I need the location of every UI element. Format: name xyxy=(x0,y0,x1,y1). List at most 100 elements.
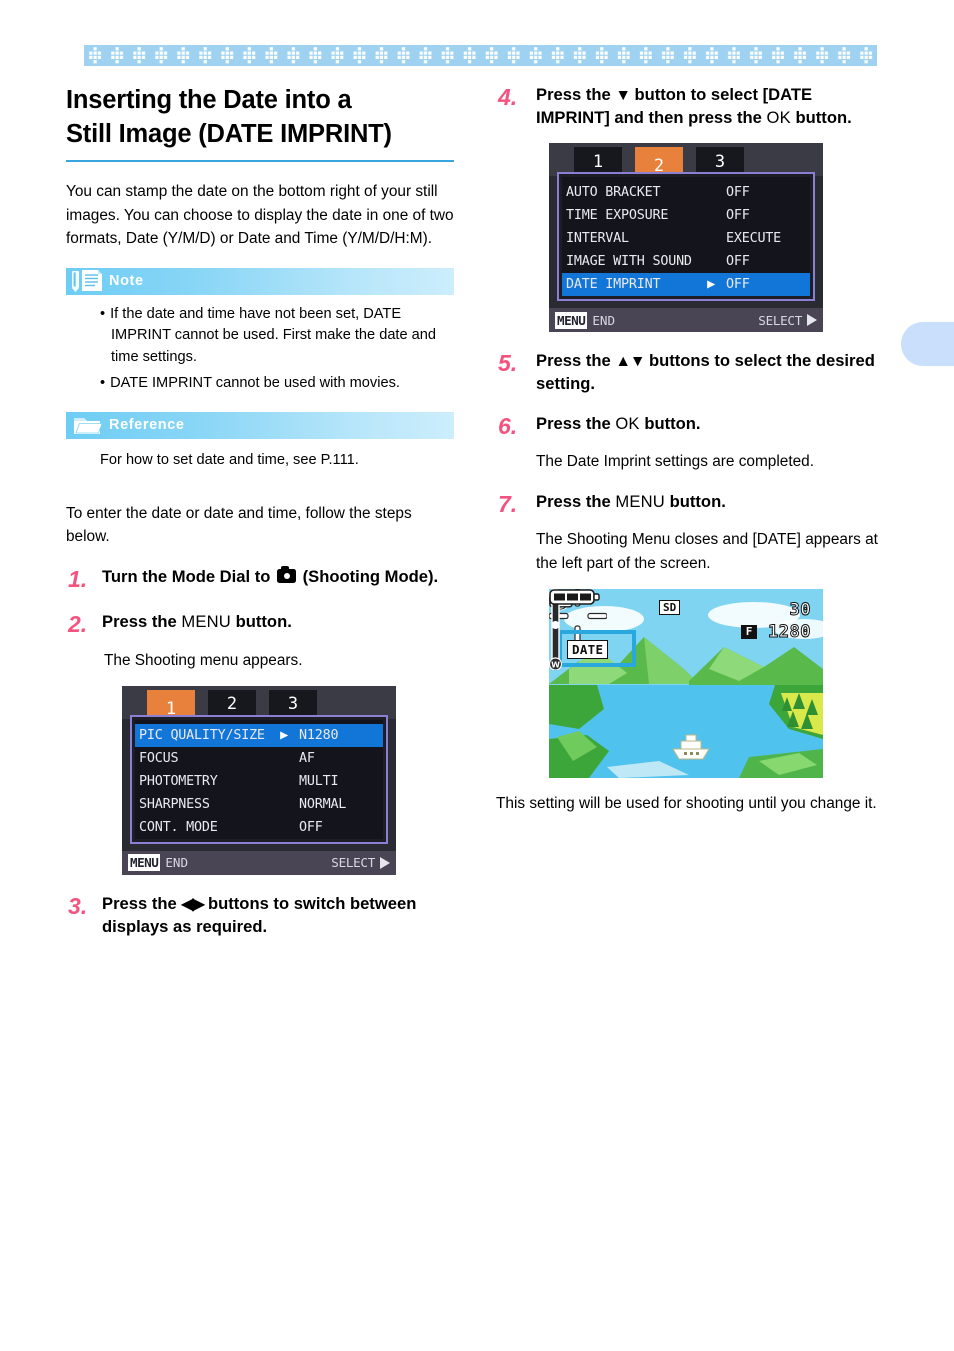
menu-row-name: SHARPNESS xyxy=(139,796,210,812)
reference-text: For how to set date and time, see P.111. xyxy=(100,451,359,468)
page-title-line2: Still Image (DATE IMPRINT) xyxy=(66,119,392,148)
note-pencil-icon xyxy=(69,268,107,295)
note-list-item: If the date and time have not been set, … xyxy=(100,304,454,369)
note-list: If the date and time have not been set, … xyxy=(66,304,454,395)
step-5-number: 5. xyxy=(498,350,518,377)
menu-footer-bar: MENU END SELECT xyxy=(549,308,823,333)
step-4-text-before: Press the xyxy=(536,85,616,104)
step-1-text-before: Turn the Mode Dial to xyxy=(102,567,275,587)
menu-button-badge: MENU xyxy=(555,311,588,329)
note-callout-header: Note xyxy=(66,267,454,295)
step-7-subtext: The Shooting Menu closes and [DATE] appe… xyxy=(536,531,878,572)
menu-row[interactable]: CONT. MODE OFF xyxy=(135,816,383,839)
menu-row-name: FOCUS xyxy=(139,750,179,766)
menu-button-token: MENU xyxy=(615,492,665,512)
step-7-text: Press the MENU button. xyxy=(536,491,886,518)
menu-row[interactable]: FOCUS AF xyxy=(135,747,383,770)
step-5: 5. Press the ▲▼ buttons to select the de… xyxy=(496,350,886,395)
date-imprint-badge: DATE xyxy=(567,639,609,659)
menu-rows: PIC QUALITY/SIZE ▶ N1280 FOCUS AF PHOTOM… xyxy=(135,719,383,839)
step-6-text-before: Press the xyxy=(536,414,616,434)
step-5-text-before: Press the xyxy=(536,351,616,371)
menu-row-value: EXECUTE xyxy=(726,231,782,247)
menu-row-value: AF xyxy=(299,750,315,766)
menu-row-name: TIME EXPOSURE xyxy=(566,208,669,224)
down-arrow-icon: ▼ xyxy=(615,87,631,104)
select-arrow-icon xyxy=(807,314,817,327)
step-2-text: Press the MENU button. xyxy=(102,611,454,638)
menu-row-arrow-icon: ▶ xyxy=(707,277,715,293)
step-4: 4. Press the ▼ button to select [DATE IM… xyxy=(496,84,886,129)
ok-button-token: OK xyxy=(766,107,791,127)
step-3: 3. Press the ◀▶ buttons to switch betwee… xyxy=(66,893,454,938)
step-4-text: Press the ▼ button to select [DATE IMPRI… xyxy=(536,84,886,129)
menu-row-value: OFF xyxy=(726,254,750,270)
menu-row[interactable]: TIME EXPOSURE OFF xyxy=(562,204,810,227)
reference-callout-header: Reference xyxy=(66,411,454,439)
right-column: 4. Press the ▼ button to select [DATE IM… xyxy=(496,84,886,815)
closing-paragraph: This setting will be used for shooting u… xyxy=(496,794,877,812)
menu-row[interactable]: AUTO BRACKET OFF xyxy=(562,181,810,204)
menu-row-value: OFF xyxy=(726,277,750,293)
lead-in-paragraph: To enter the date or date and time, foll… xyxy=(66,504,412,545)
menu-row[interactable]: SHARPNESS NORMAL xyxy=(135,793,383,816)
step-2-subtext: The Shooting menu appears. xyxy=(104,651,303,669)
step-6-subtext: The Date Imprint settings are completed. xyxy=(536,453,815,471)
step-1: 1. Turn the Mode Dial to (Shooting Mode)… xyxy=(66,566,454,593)
ok-button-token: OK xyxy=(615,414,640,434)
step-6-text-after: button. xyxy=(639,414,701,434)
step-7-text-before: Press the xyxy=(536,492,616,512)
menu-button-badge: MENU xyxy=(128,854,161,872)
shots-remaining: 30 xyxy=(789,599,811,620)
menu-panel: PIC QUALITY/SIZE ▶ N1280 FOCUS AF PHOTOM… xyxy=(130,714,388,844)
step-7-text-after: button. xyxy=(665,492,726,512)
menu-row[interactable]: INTERVAL EXECUTE xyxy=(562,227,810,250)
step-5-text: Press the ▲▼ buttons to select the desir… xyxy=(536,350,886,395)
menu-row-value: OFF xyxy=(726,185,750,201)
page-edge-tab xyxy=(901,322,954,366)
menu-row-value: N1280 xyxy=(299,727,339,743)
menu-row-value: OFF xyxy=(726,208,750,224)
step-6-number: 6. xyxy=(498,413,518,440)
menu-rows: AUTO BRACKET OFF TIME EXPOSURE OFF INTER… xyxy=(562,177,810,297)
step-2-number: 2. xyxy=(68,611,88,638)
note-list-item: DATE IMPRINT cannot be used with movies. xyxy=(100,373,454,395)
menu-button-token: MENU xyxy=(181,612,231,632)
svg-text:W: W xyxy=(551,660,560,669)
date-imprint-menu-screenshot-wrap: 1 2 3 AUTO BRACKET OFF TIME EXPOSURE OFF xyxy=(549,143,886,333)
step-1-number: 1. xyxy=(68,566,88,593)
step-4-text-after: button. xyxy=(790,107,852,127)
menu-row[interactable]: IMAGE WITH SOUND OFF xyxy=(562,250,810,273)
menu-row[interactable]: PIC QUALITY/SIZE ▶ N1280 xyxy=(135,723,383,747)
up-down-arrow-icon: ▲▼ xyxy=(615,353,645,371)
menu-row[interactable]: DATE IMPRINT ▶ OFF xyxy=(562,273,810,297)
intro-paragraph: You can stamp the date on the bottom rig… xyxy=(66,183,454,248)
menu-row-name: AUTO BRACKET xyxy=(566,185,661,201)
menu-row-name: PIC QUALITY/SIZE xyxy=(139,727,265,743)
step-1-text-after: (Shooting Mode). xyxy=(298,567,439,587)
band-motif-pattern xyxy=(84,45,877,66)
menu-row[interactable]: PHOTOMETRY MULTI xyxy=(135,770,383,793)
menu-row-name: DATE IMPRINT xyxy=(566,277,661,293)
step-3-number: 3. xyxy=(68,892,88,919)
resolution-value: 1280 xyxy=(768,621,811,642)
select-arrow-icon xyxy=(380,856,390,869)
step-2: 2. Press the MENU button. xyxy=(66,611,454,638)
quality-badge: F xyxy=(741,624,757,639)
menu-row-name: IMAGE WITH SOUND xyxy=(566,254,692,270)
page-title: Inserting the Date into a Still Image (D… xyxy=(66,84,454,163)
reference-label: Reference xyxy=(109,417,185,434)
step-4-number: 4. xyxy=(498,84,518,110)
page-title-line1: Inserting the Date into a xyxy=(66,86,352,114)
left-right-arrow-icon: ◀▶ xyxy=(181,895,204,913)
menu-footer-select-label: SELECT xyxy=(758,312,802,328)
menu-row-value: OFF xyxy=(299,819,323,835)
menu-footer-end-label: END xyxy=(592,312,616,328)
step-7-number: 7. xyxy=(498,491,518,518)
menu-row-value: MULTI xyxy=(299,773,339,789)
decorative-top-band xyxy=(84,45,877,66)
step-2-text-before: Press the xyxy=(102,612,182,632)
step-2-text-after: button. xyxy=(231,612,292,632)
menu-footer-select-label: SELECT xyxy=(331,855,375,871)
live-view-screenshot-wrap: SD 30 F 1280 DATE T W xyxy=(549,588,886,778)
